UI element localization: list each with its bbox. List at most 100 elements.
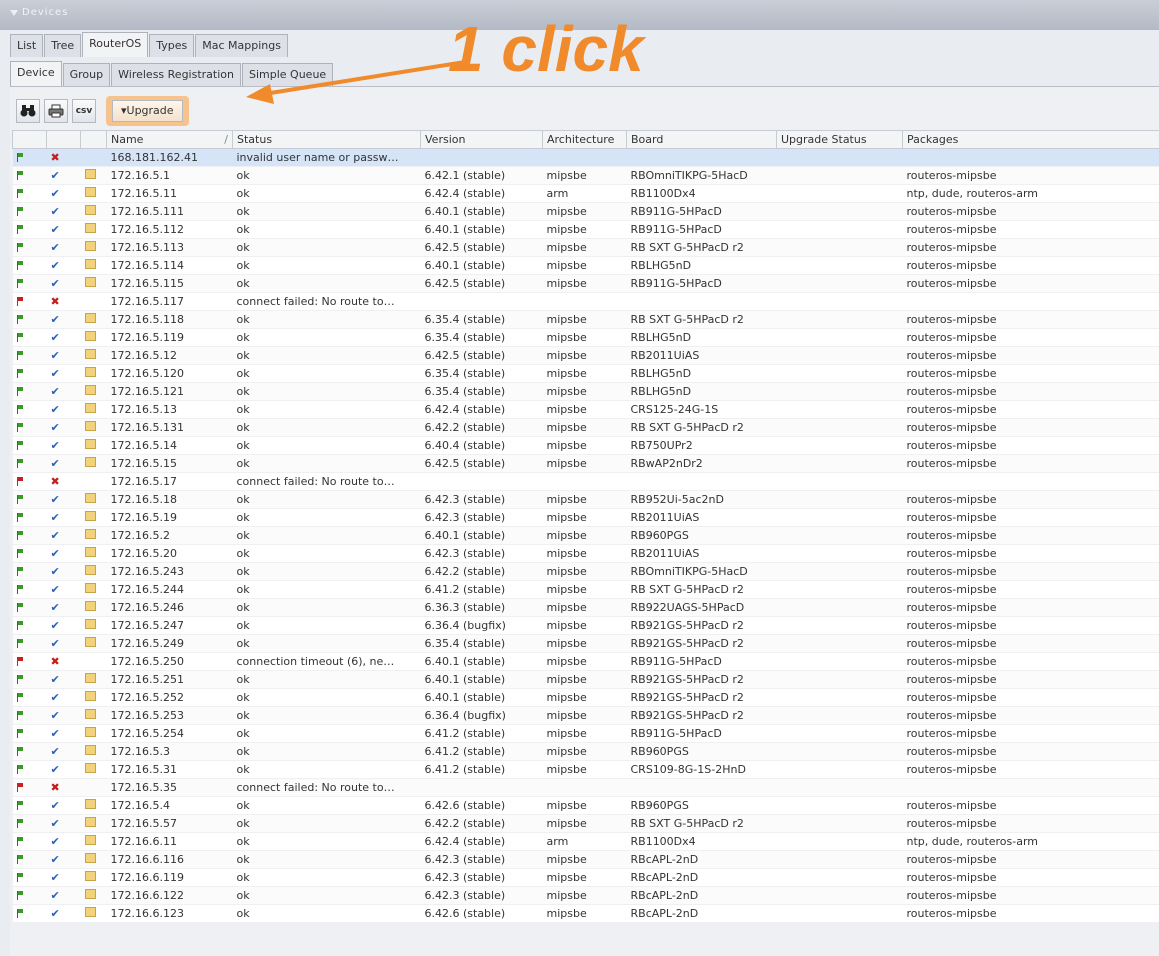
version-cell: 6.41.2 (stable) (421, 761, 543, 779)
csv-export-button[interactable]: csv (72, 99, 96, 123)
table-body: ✖168.181.162.41invalid user name or pass… (13, 149, 1159, 923)
column-header-packages[interactable]: Packages (903, 131, 1159, 149)
table-row[interactable]: ✔172.16.5.19ok6.42.3 (stable)mipsbeRB201… (13, 509, 1159, 527)
table-row[interactable]: ✔172.16.5.118ok6.35.4 (stable)mipsbeRB S… (13, 311, 1159, 329)
column-header-architecture[interactable]: Architecture (543, 131, 627, 149)
table-row[interactable]: ✔172.16.5.1ok6.42.1 (stable)mipsbeRBOmni… (13, 167, 1159, 185)
table-row[interactable]: ✔172.16.5.113ok6.42.5 (stable)mipsbeRB S… (13, 239, 1159, 257)
table-row[interactable]: ✔172.16.5.244ok6.41.2 (stable)mipsbeRB S… (13, 581, 1159, 599)
name-cell: 172.16.5.112 (107, 221, 233, 239)
table-row[interactable]: ✔172.16.5.3ok6.41.2 (stable)mipsbeRB960P… (13, 743, 1159, 761)
table-row[interactable]: ✔172.16.5.119ok6.35.4 (stable)mipsbeRBLH… (13, 329, 1159, 347)
column-header-board[interactable]: Board (627, 131, 777, 149)
table-row[interactable]: ✖172.16.5.35connect failed: No route to… (13, 779, 1159, 797)
table-row[interactable]: ✖172.16.5.17connect failed: No route to… (13, 473, 1159, 491)
table-row[interactable]: ✔172.16.5.2ok6.40.1 (stable)mipsbeRB960P… (13, 527, 1159, 545)
column-header-status[interactable]: Status (233, 131, 421, 149)
check-icon: ✔ (51, 259, 60, 272)
flag-cell (13, 905, 47, 923)
table-row[interactable]: ✔172.16.5.253ok6.36.4 (bugfix)mipsbeRB92… (13, 707, 1159, 725)
table-row[interactable]: ✔172.16.6.119ok6.42.3 (stable)mipsbeRBcA… (13, 869, 1159, 887)
table-row[interactable]: ✔172.16.5.252ok6.40.1 (stable)mipsbeRB92… (13, 689, 1159, 707)
column-header-upgrade-status[interactable]: Upgrade Status (777, 131, 903, 149)
table-row[interactable]: ✔172.16.5.20ok6.42.3 (stable)mipsbeRB201… (13, 545, 1159, 563)
name-cell: 172.16.5.251 (107, 671, 233, 689)
table-row[interactable]: ✔172.16.5.243ok6.42.2 (stable)mipsbeRBOm… (13, 563, 1159, 581)
table-row[interactable]: ✔172.16.5.111ok6.40.1 (stable)mipsbeRB91… (13, 203, 1159, 221)
green-flag-icon (17, 531, 24, 539)
table-row[interactable]: ✔172.16.5.4ok6.42.6 (stable)mipsbeRB960P… (13, 797, 1159, 815)
table-row[interactable]: ✔172.16.5.112ok6.40.1 (stable)mipsbeRB91… (13, 221, 1159, 239)
table-row[interactable]: ✖172.16.5.117connect failed: No route to… (13, 293, 1159, 311)
tab-wireless-registration[interactable]: Wireless Registration (111, 63, 241, 86)
name-cell: 172.16.5.13 (107, 401, 233, 419)
green-flag-icon (17, 873, 24, 881)
table-row[interactable]: ✔172.16.5.15ok6.42.5 (stable)mipsbeRBwAP… (13, 455, 1159, 473)
upgrade-status-cell (777, 167, 903, 185)
toolbar: csv ▾Upgrade (16, 96, 189, 126)
table-row[interactable]: ✔172.16.6.122ok6.42.3 (stable)mipsbeRBcA… (13, 887, 1159, 905)
table-row[interactable]: ✔172.16.5.247ok6.36.4 (bugfix)mipsbeRB92… (13, 617, 1159, 635)
table-row[interactable]: ✔172.16.5.13ok6.42.4 (stable)mipsbeCRS12… (13, 401, 1159, 419)
table-row[interactable]: ✖168.181.162.41invalid user name or pass… (13, 149, 1159, 167)
green-flag-icon (17, 423, 24, 431)
table-row[interactable]: ✔172.16.6.123ok6.42.6 (stable)mipsbeRBcA… (13, 905, 1159, 923)
table-row[interactable]: ✔172.16.6.11ok6.42.4 (stable)armRB1100Dx… (13, 833, 1159, 851)
board-cell: RB911G-5HPacD (627, 221, 777, 239)
table-row[interactable]: ✔172.16.5.254ok6.41.2 (stable)mipsbeRB91… (13, 725, 1159, 743)
version-cell: 6.35.4 (stable) (421, 329, 543, 347)
tab-routeros[interactable]: RouterOS (82, 32, 148, 57)
upgrade-status-cell (777, 653, 903, 671)
tab-device[interactable]: Device (10, 61, 62, 86)
table-row[interactable]: ✔172.16.5.18ok6.42.3 (stable)mipsbeRB952… (13, 491, 1159, 509)
board-cell: RB960PGS (627, 743, 777, 761)
column-header-flag[interactable] (13, 131, 47, 149)
table-row[interactable]: ✔172.16.5.131ok6.42.2 (stable)mipsbeRB S… (13, 419, 1159, 437)
flag-cell (13, 365, 47, 383)
collapse-triangle-icon[interactable] (10, 10, 18, 16)
table-row[interactable]: ✔172.16.5.121ok6.35.4 (stable)mipsbeRBLH… (13, 383, 1159, 401)
table-row[interactable]: ✔172.16.5.246ok6.36.3 (stable)mipsbeRB92… (13, 599, 1159, 617)
lock-icon (85, 583, 96, 593)
table-row[interactable]: ✔172.16.5.249ok6.35.4 (stable)mipsbeRB92… (13, 635, 1159, 653)
table-row[interactable]: ✔172.16.5.31ok6.41.2 (stable)mipsbeCRS10… (13, 761, 1159, 779)
upgrade-button[interactable]: ▾Upgrade (112, 100, 183, 122)
upgrade-status-cell (777, 221, 903, 239)
upgrade-status-cell (777, 545, 903, 563)
column-header-version[interactable]: Version (421, 131, 543, 149)
flag-cell (13, 527, 47, 545)
tab-types[interactable]: Types (149, 34, 194, 57)
packages-cell: routeros-mipsbe (903, 311, 1159, 329)
flag-cell (13, 437, 47, 455)
state-cell: ✔ (47, 617, 81, 635)
board-cell: RB921GS-5HPacD r2 (627, 707, 777, 725)
red-flag-icon (17, 477, 24, 485)
check-icon: ✔ (51, 439, 60, 452)
table-row[interactable]: ✔172.16.5.11ok6.42.4 (stable)armRB1100Dx… (13, 185, 1159, 203)
table-row[interactable]: ✔172.16.5.14ok6.40.4 (stable)mipsbeRB750… (13, 437, 1159, 455)
state-cell: ✔ (47, 689, 81, 707)
tab-list[interactable]: List (10, 34, 43, 57)
table-row[interactable]: ✖172.16.5.250connection timeout (6), ne…… (13, 653, 1159, 671)
column-header-name[interactable]: Name / (107, 131, 233, 149)
column-header-state[interactable] (47, 131, 81, 149)
table-row[interactable]: ✔172.16.5.120ok6.35.4 (stable)mipsbeRBLH… (13, 365, 1159, 383)
state-cell: ✔ (47, 275, 81, 293)
table-row[interactable]: ✔172.16.5.57ok6.42.2 (stable)mipsbeRB SX… (13, 815, 1159, 833)
table-row[interactable]: ✔172.16.5.115ok6.42.5 (stable)mipsbeRB91… (13, 275, 1159, 293)
table-row[interactable]: ✔172.16.5.251ok6.40.1 (stable)mipsbeRB92… (13, 671, 1159, 689)
table-row[interactable]: ✔172.16.6.116ok6.42.3 (stable)mipsbeRBcA… (13, 851, 1159, 869)
tab-group[interactable]: Group (63, 63, 111, 86)
state-cell: ✔ (47, 725, 81, 743)
upgrade-status-cell (777, 239, 903, 257)
packages-cell: routeros-mipsbe (903, 401, 1159, 419)
table-row[interactable]: ✔172.16.5.114ok6.40.1 (stable)mipsbeRBLH… (13, 257, 1159, 275)
lock-cell (81, 851, 107, 869)
tab-tree[interactable]: Tree (44, 34, 81, 57)
print-button[interactable] (44, 99, 68, 123)
table-row[interactable]: ✔172.16.5.12ok6.42.5 (stable)mipsbeRB201… (13, 347, 1159, 365)
column-header-lock[interactable] (81, 131, 107, 149)
find-button[interactable] (16, 99, 40, 123)
packages-cell: routeros-mipsbe (903, 419, 1159, 437)
packages-cell: routeros-mipsbe (903, 887, 1159, 905)
